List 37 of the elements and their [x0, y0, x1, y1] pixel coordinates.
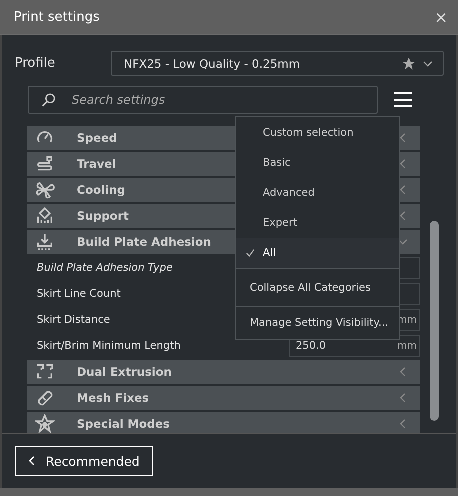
profile-label: Profile: [15, 56, 56, 71]
category-header[interactable]: Mesh Fixes: [27, 386, 420, 410]
close-button[interactable]: ×: [434, 8, 448, 26]
setting-label: Skirt Distance: [37, 314, 110, 326]
setting-label: Build Plate Adhesion Type: [37, 262, 173, 274]
category-label: Build Plate Adhesion: [77, 235, 212, 249]
unit-label: mm: [398, 340, 417, 352]
check-icon: [246, 248, 255, 258]
profile-dropdown[interactable]: NFX25 - Low Quality - 0.25mm: [111, 51, 444, 76]
cooling-icon: [35, 180, 55, 200]
search-input[interactable]: Search settings: [70, 92, 365, 108]
chevron-icon: [28, 456, 36, 466]
special-icon: [35, 414, 55, 433]
field-value: 250.0: [296, 340, 326, 352]
category-header[interactable]: Special Modes: [27, 412, 420, 433]
window-title: Print settings: [14, 10, 100, 24]
category-label: Special Modes: [77, 417, 170, 431]
mesh-icon: [35, 388, 55, 408]
category-header[interactable]: Dual Extrusion: [27, 360, 420, 384]
category-label: Cooling: [77, 183, 126, 197]
menu-icon[interactable]: [394, 92, 412, 108]
menu-item[interactable]: All: [236, 238, 399, 268]
adhesion-icon: [35, 232, 55, 252]
setting-label: Skirt/Brim Minimum Length: [37, 340, 181, 352]
setting-label: Skirt Line Count: [37, 288, 121, 300]
recommended-button[interactable]: Recommended: [15, 446, 153, 476]
category-label: Mesh Fixes: [77, 391, 150, 405]
support-icon: [35, 206, 55, 226]
category-label: Dual Extrusion: [77, 365, 172, 379]
category-label: Travel: [77, 157, 116, 171]
search-icon: [41, 92, 56, 108]
menu-item[interactable]: Collapse All Categories: [236, 269, 399, 306]
category-label: Support: [77, 209, 130, 223]
category-label: Speed: [77, 131, 118, 145]
scrollbar-thumb[interactable]: [430, 221, 439, 421]
chevron-icon: [423, 58, 433, 68]
search-field[interactable]: Search settings: [28, 86, 378, 114]
